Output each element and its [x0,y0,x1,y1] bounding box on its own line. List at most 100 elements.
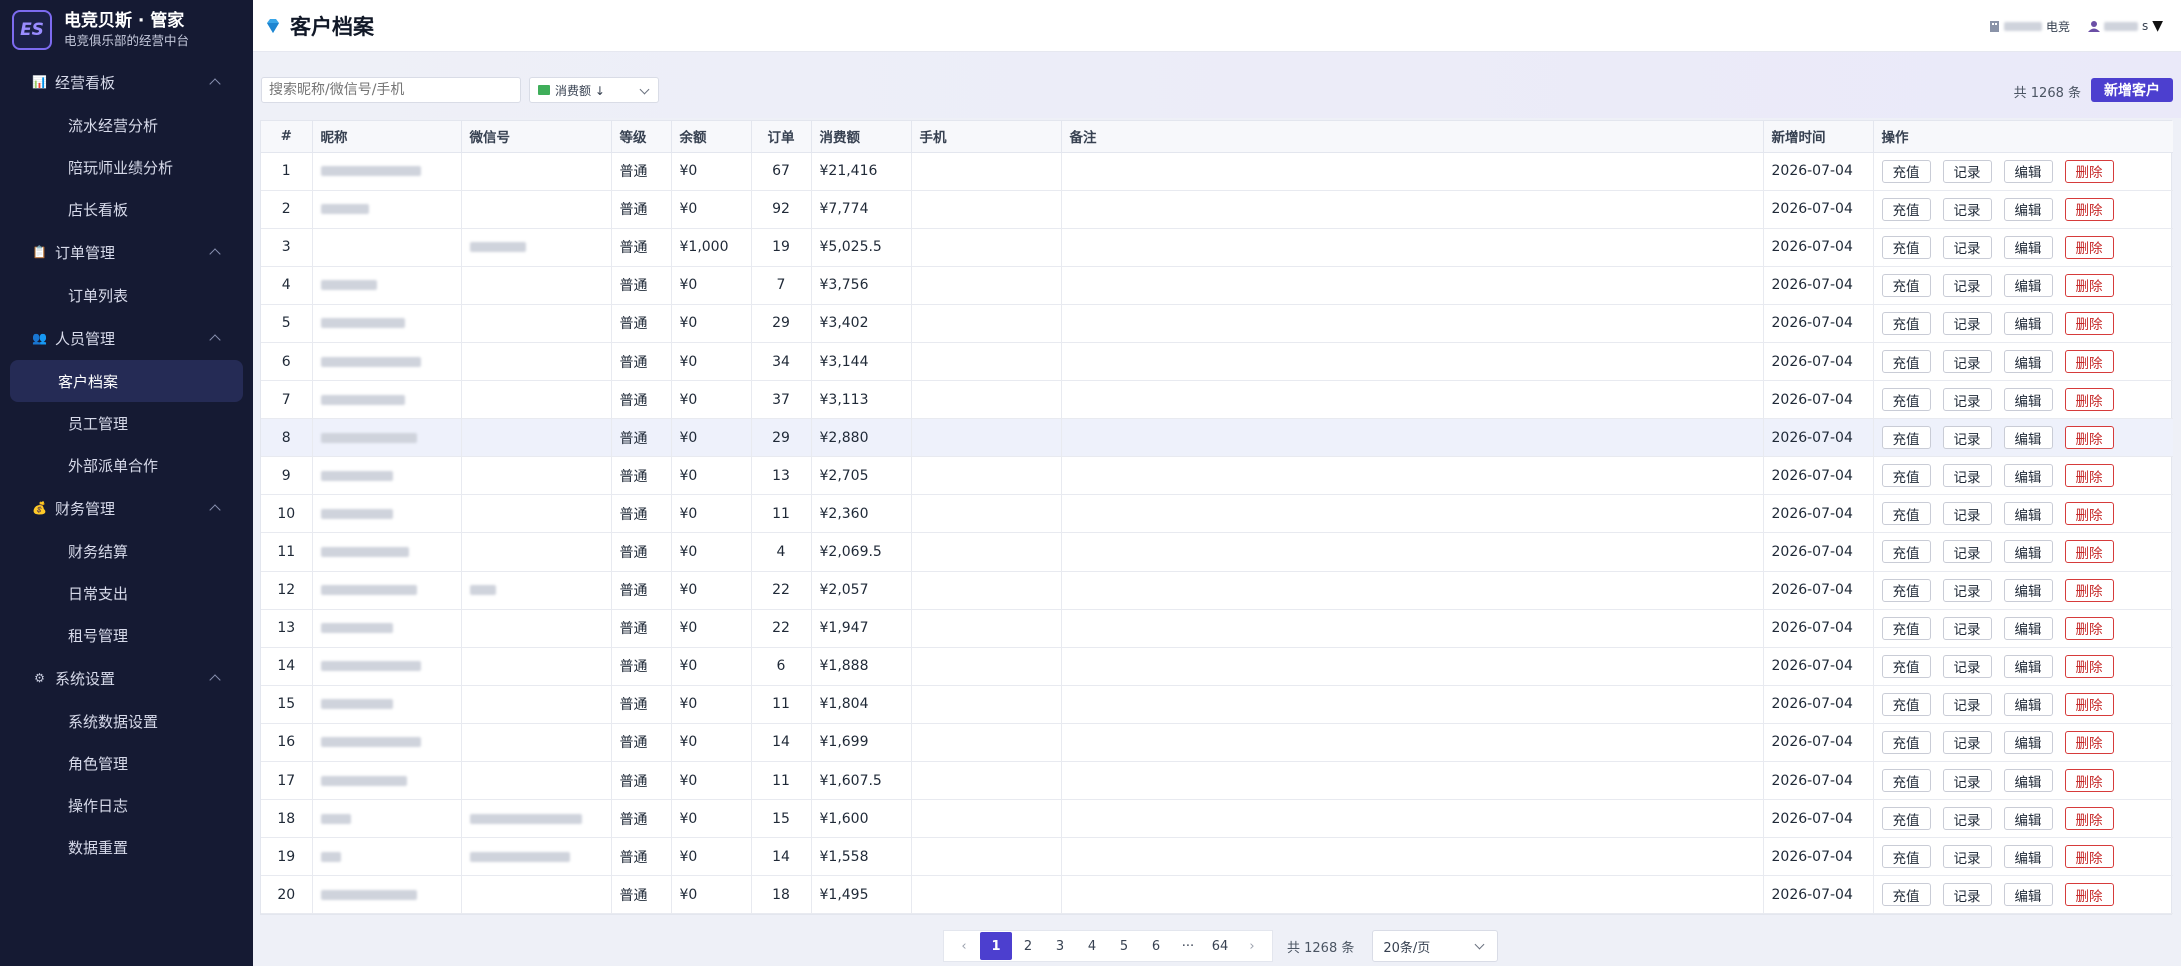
edit-button[interactable]: 编辑 [2003,578,2053,602]
page-number[interactable]: 3 [1044,931,1076,961]
records-button[interactable]: 记录 [1942,311,1992,335]
delete-button[interactable]: 删除 [2064,883,2114,907]
table-row[interactable]: 1 普通 ¥0 67 ¥21,416 2026-07-04 充值 记录 编辑 删除 [261,152,2173,191]
sidebar-item[interactable]: 订单列表 [10,274,243,316]
delete-button[interactable]: 删除 [2064,273,2114,297]
sort-select[interactable]: 消费额 ↓ [529,77,659,103]
sidebar-item[interactable]: 财务结算 [10,530,243,572]
recharge-button[interactable]: 充值 [1881,540,1931,564]
recharge-button[interactable]: 充值 [1881,578,1931,602]
page-number[interactable]: 1 [980,932,1012,960]
table-row[interactable]: 20 普通 ¥0 18 ¥1,495 2026-07-04 充值 记录 编辑 删除 [261,875,2173,915]
records-button[interactable]: 记录 [1942,807,1992,831]
records-button[interactable]: 记录 [1942,197,1992,221]
table-row[interactable]: 15 普通 ¥0 11 ¥1,804 2026-07-04 充值 记录 编辑 删除 [261,685,2173,724]
edit-button[interactable]: 编辑 [2003,311,2053,335]
records-button[interactable]: 记录 [1942,769,1992,793]
records-button[interactable]: 记录 [1942,273,1992,297]
add-customer-button[interactable]: 新增客户 [2091,78,2173,102]
records-button[interactable]: 记录 [1942,350,1992,374]
sidebar-item[interactable]: 数据重置 [10,826,243,868]
prev-page-button[interactable]: ‹ [948,931,980,961]
table-row[interactable]: 10 普通 ¥0 11 ¥2,360 2026-07-04 充值 记录 编辑 删除 [261,494,2173,534]
records-button[interactable]: 记录 [1942,578,1992,602]
records-button[interactable]: 记录 [1942,883,1992,907]
table-row[interactable]: 13 普通 ¥0 22 ¥1,947 2026-07-04 充值 记录 编辑 删除 [261,609,2173,648]
delete-button[interactable]: 删除 [2064,197,2114,221]
records-button[interactable]: 记录 [1942,845,1992,869]
delete-button[interactable]: 删除 [2064,426,2114,450]
table-row[interactable]: 14 普通 ¥0 6 ¥1,888 2026-07-04 充值 记录 编辑 删除 [261,647,2173,686]
edit-button[interactable]: 编辑 [2003,235,2053,259]
delete-button[interactable]: 删除 [2064,502,2114,526]
recharge-button[interactable]: 充值 [1881,388,1931,412]
edit-button[interactable]: 编辑 [2003,197,2053,221]
records-button[interactable]: 记录 [1942,388,1992,412]
table-row[interactable]: 5 普通 ¥0 29 ¥3,402 2026-07-04 充值 记录 编辑 删除 [261,304,2173,343]
sidebar-item[interactable]: 外部派单合作 [10,444,243,486]
edit-button[interactable]: 编辑 [2003,464,2053,488]
table-row[interactable]: 2 普通 ¥0 92 ¥7,774 2026-07-04 充值 记录 编辑 删除 [261,190,2173,229]
sidebar-item[interactable]: 日常支出 [10,572,243,614]
sidebar-item[interactable]: 客户档案 [10,360,243,402]
delete-button[interactable]: 删除 [2064,845,2114,869]
table-row[interactable]: 7 普通 ¥0 37 ¥3,113 2026-07-04 充值 记录 编辑 删除 [261,380,2173,420]
sidebar-item[interactable]: 租号管理 [10,614,243,656]
table-row[interactable]: 12 普通 ¥0 22 ¥2,057 2026-07-04 充值 记录 编辑 删除 [261,571,2173,610]
table-row[interactable]: 18 普通 ¥0 15 ¥1,600 2026-07-04 充值 记录 编辑 删除 [261,799,2173,839]
page-number[interactable]: 5 [1108,931,1140,961]
table-row[interactable]: 6 普通 ¥0 34 ¥3,144 2026-07-04 充值 记录 编辑 删除 [261,342,2173,382]
delete-button[interactable]: 删除 [2064,730,2114,754]
recharge-button[interactable]: 充值 [1881,769,1931,793]
records-button[interactable]: 记录 [1942,159,1992,183]
sidebar-item[interactable]: 员工管理 [10,402,243,444]
delete-button[interactable]: 删除 [2064,654,2114,678]
page-number[interactable]: 4 [1076,931,1108,961]
nav-group-0[interactable]: 📊 经营看板 [0,60,253,104]
nav-group-3[interactable]: 💰 财务管理 [0,486,253,530]
edit-button[interactable]: 编辑 [2003,159,2053,183]
edit-button[interactable]: 编辑 [2003,807,2053,831]
table-row[interactable]: 9 普通 ¥0 13 ¥2,705 2026-07-04 充值 记录 编辑 删除 [261,456,2173,496]
records-button[interactable]: 记录 [1942,692,1992,716]
delete-button[interactable]: 删除 [2064,540,2114,564]
recharge-button[interactable]: 充值 [1881,502,1931,526]
user-menu[interactable]: s ▼ [2087,18,2163,34]
records-button[interactable]: 记录 [1942,426,1992,450]
page-ellipsis[interactable]: ··· [1172,931,1204,961]
edit-button[interactable]: 编辑 [2003,426,2053,450]
recharge-button[interactable]: 充值 [1881,654,1931,678]
table-row[interactable]: 19 普通 ¥0 14 ¥1,558 2026-07-04 充值 记录 编辑 删除 [261,837,2173,877]
delete-button[interactable]: 删除 [2064,807,2114,831]
records-button[interactable]: 记录 [1942,502,1992,526]
records-button[interactable]: 记录 [1942,654,1992,678]
nav-group-4[interactable]: ⚙ 系统设置 [0,656,253,700]
recharge-button[interactable]: 充值 [1881,464,1931,488]
edit-button[interactable]: 编辑 [2003,273,2053,297]
table-row[interactable]: 4 普通 ¥0 7 ¥3,756 2026-07-04 充值 记录 编辑 删除 [261,266,2173,305]
delete-button[interactable]: 删除 [2064,388,2114,412]
sidebar-item[interactable]: 店长看板 [10,188,243,230]
table-row[interactable]: 11 普通 ¥0 4 ¥2,069.5 2026-07-04 充值 记录 编辑 删除 [261,532,2173,572]
edit-button[interactable]: 编辑 [2003,692,2053,716]
page-number[interactable]: 6 [1140,931,1172,961]
edit-button[interactable]: 编辑 [2003,769,2053,793]
edit-button[interactable]: 编辑 [2003,388,2053,412]
records-button[interactable]: 记录 [1942,540,1992,564]
next-page-button[interactable]: › [1236,931,1268,961]
edit-button[interactable]: 编辑 [2003,616,2053,640]
edit-button[interactable]: 编辑 [2003,654,2053,678]
club-switcher[interactable]: 电竞 [1989,18,2070,35]
recharge-button[interactable]: 充值 [1881,845,1931,869]
delete-button[interactable]: 删除 [2064,769,2114,793]
sidebar-item[interactable]: 陪玩师业绩分析 [10,146,243,188]
records-button[interactable]: 记录 [1942,235,1992,259]
edit-button[interactable]: 编辑 [2003,350,2053,374]
edit-button[interactable]: 编辑 [2003,540,2053,564]
recharge-button[interactable]: 充值 [1881,197,1931,221]
edit-button[interactable]: 编辑 [2003,845,2053,869]
delete-button[interactable]: 删除 [2064,350,2114,374]
page-number[interactable]: 2 [1012,931,1044,961]
delete-button[interactable]: 删除 [2064,464,2114,488]
delete-button[interactable]: 删除 [2064,311,2114,335]
